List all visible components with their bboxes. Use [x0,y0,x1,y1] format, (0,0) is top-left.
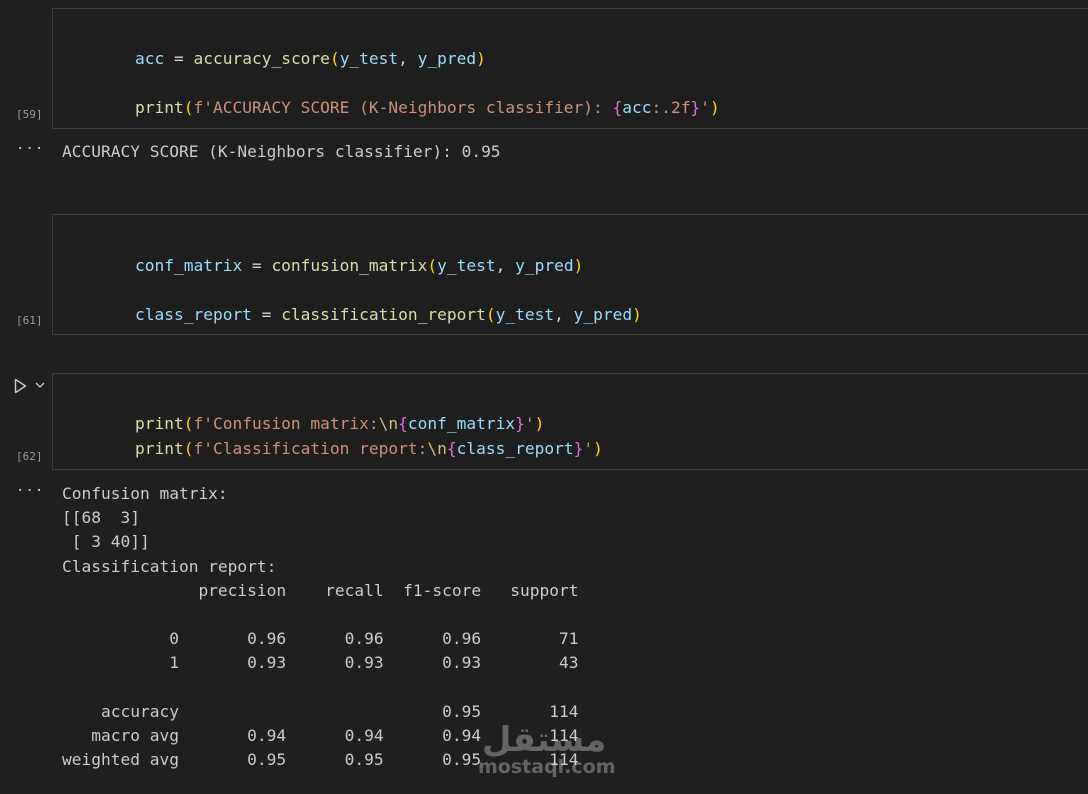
code-token: ) [476,49,486,68]
code-token: ( [427,256,438,275]
code-token: = [251,305,282,324]
code-token: \n [427,439,447,458]
code-token: acc [622,98,652,117]
code-token: print [134,439,184,458]
code-token: ( [485,305,496,324]
mostaql-watermark: مستقل mostaql.com [478,720,618,780]
code-token: ) [710,98,720,117]
code-token: ) [573,256,584,275]
play-icon[interactable] [12,378,28,394]
accuracy-output: ACCURACY SCORE (K-Neighbors classifier):… [62,142,501,161]
code-token: y_pred [573,305,633,324]
code-token: = [164,49,194,68]
code-cell-61[interactable]: conf_matrix = confusion_matrix(y_test, y… [52,214,1088,335]
code-token: } [573,439,584,458]
code-token: , [554,305,574,324]
code-token: = [242,256,272,275]
code-token: classification_report [281,305,486,324]
code-token: ( [329,49,340,68]
code-token: y_pred [417,49,477,68]
code-line[interactable]: acc = accuracy_score(y_test, y_pred) [96,23,486,68]
code-token: ) [593,439,603,458]
watermark-latin: mostaql.com [478,756,616,778]
code-line[interactable]: print(f'ACCURACY SCORE (K-Neighbors clas… [96,72,720,117]
execution-count: [61] [16,314,43,327]
code-cell-59[interactable]: acc = accuracy_score(y_test, y_pred) pri… [52,8,1088,129]
execution-count: [62] [16,450,43,463]
code-token: , [398,49,418,68]
code-token: { [612,98,623,117]
output-line: [ 3 40]] [62,532,150,552]
code-line[interactable]: conf_matrix = confusion_matrix(y_test, y… [96,230,583,275]
code-token: { [446,439,457,458]
code-token: } [690,98,701,117]
output-more-icon[interactable]: ··· [16,483,44,499]
code-token: class_report [134,305,252,324]
output-line: Classification report: [62,556,277,576]
code-token: , [495,256,516,275]
code-token: ' [700,98,711,117]
execution-count: [59] [16,108,43,121]
output-line: precision recall f1-score support [62,580,579,600]
code-token: y_test [495,305,555,324]
code-token: ) [632,305,642,324]
code-token: accuracy_score [193,49,330,68]
output-line: 1 0.93 0.93 0.93 43 [62,653,579,673]
code-token: y_test [437,256,496,275]
code-token: acc [134,49,165,68]
code-cell-62[interactable]: print(f'Confusion matrix:\n{conf_matrix}… [52,373,1088,470]
code-line[interactable]: class_report = classification_report(y_t… [96,279,642,324]
code-line[interactable]: print(f'Classification report:\n{class_r… [96,413,603,458]
output-line: [[68 3] [62,508,140,528]
output-more-icon[interactable]: ··· [16,141,44,157]
code-token: y_test [339,49,399,68]
code-line[interactable]: print(f'Confusion matrix:\n{conf_matrix}… [96,388,544,433]
code-token: class_report [456,439,574,458]
code-token: confusion_matrix [271,256,428,275]
code-token: f'ACCURACY SCORE (K-Neighbors classifier… [193,98,613,117]
chevron-down-icon[interactable] [34,379,46,391]
watermark-arabic: مستقل [482,720,607,760]
output-line: Confusion matrix: [62,484,228,503]
code-token: ( [183,98,194,117]
code-token: f'Classification report: [193,439,428,458]
code-token: ' [583,439,594,458]
code-token: conf_matrix [134,256,243,275]
code-token: y_pred [515,256,574,275]
code-token: :.2f [651,98,691,117]
code-token: ( [183,439,194,458]
code-token: print [134,98,184,117]
output-line: 0 0.96 0.96 0.96 71 [62,629,579,649]
